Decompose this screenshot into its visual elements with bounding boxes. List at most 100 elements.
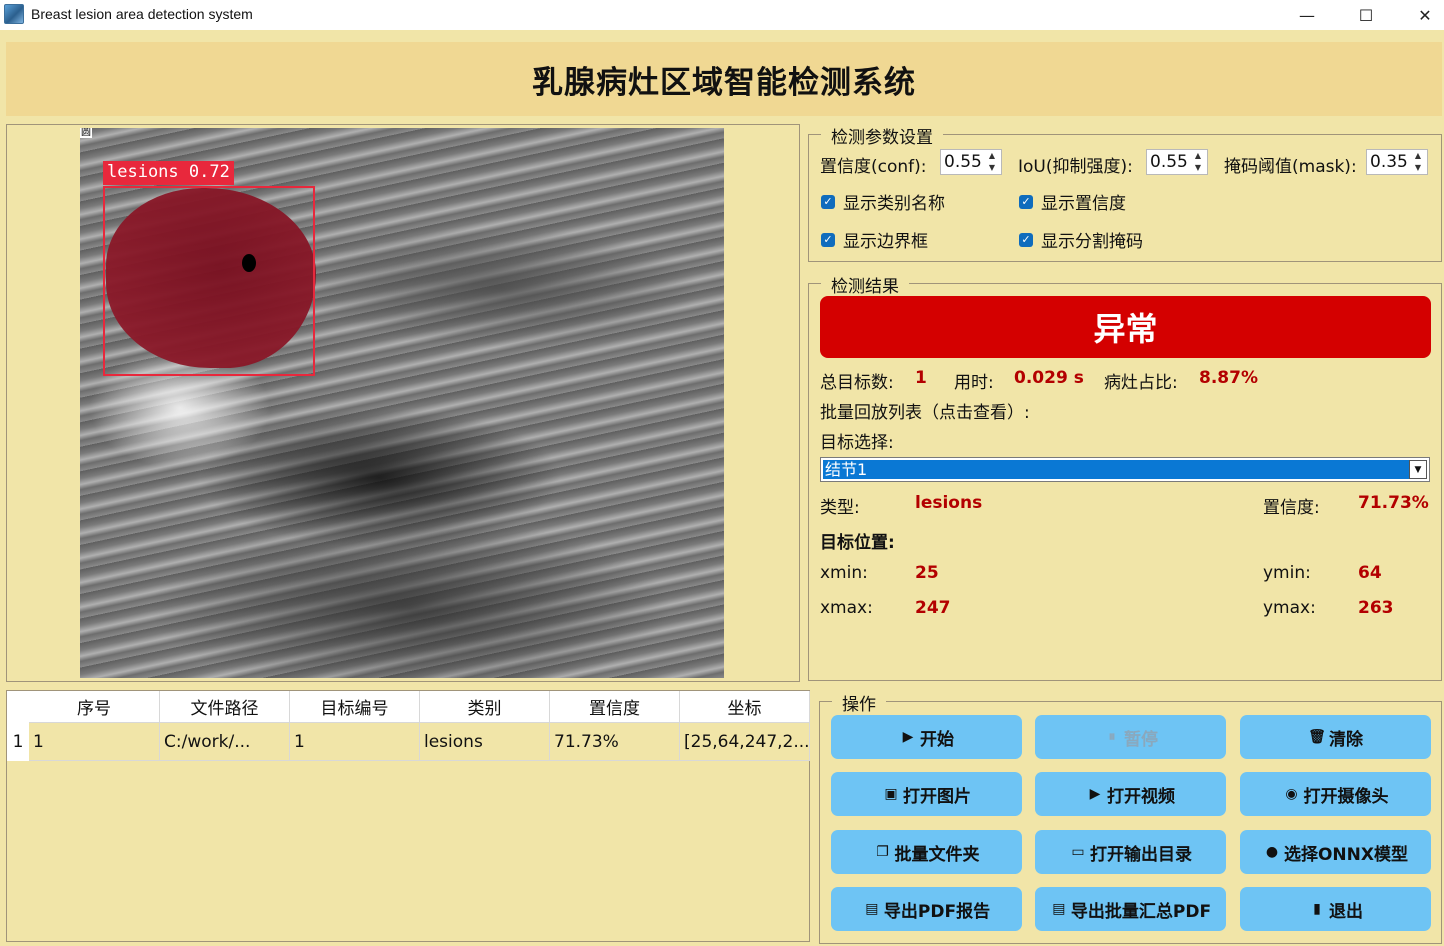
target-select-dropdown[interactable]: 结节1 ▼ [820,457,1430,482]
batch-folder-button[interactable]: ❐ 批量文件夹 [831,830,1022,874]
export-batch-pdf-button[interactable]: ▤ 导出批量汇总PDF [1035,887,1226,931]
table-cell[interactable]: 71.73% [550,723,680,761]
total-value: 1 [915,368,927,388]
table-cell[interactable]: 1 [290,723,420,761]
xmin-value: 25 [915,563,939,583]
exit-button[interactable]: ▮ 退出 [1240,887,1431,931]
maximize-icon[interactable]: ☐ [1337,0,1395,30]
column-header[interactable]: 置信度 [550,691,680,723]
row-header[interactable]: 1 [7,723,29,761]
close-icon[interactable]: ✕ [1396,0,1444,30]
pdf-icon: ▤ [865,901,879,917]
checkbox-checked-icon[interactable]: ✓ [821,232,835,247]
checkbox-show-class[interactable]: ✓ 显示类别名称 [821,189,945,214]
app-icon [4,4,24,24]
button-label: 开始 [920,729,954,750]
xmin-label: xmin: [820,563,868,583]
checkbox-label: 显示分割掩码 [1041,232,1143,252]
ratio-label: 病灶占比: [1104,373,1178,393]
table-cell[interactable]: C:/work/... [160,723,290,761]
open-output-dir-button[interactable]: ▭ 打开输出目录 [1035,830,1226,874]
checkbox-checked-icon[interactable]: ✓ [1019,232,1033,247]
confidence-label: 置信度: [1263,498,1320,518]
status-badge: 异常 [820,296,1431,358]
target-selected-value[interactable]: 结节1 [823,460,1409,479]
iou-spinbox[interactable]: 0.55 ▲ ▼ [1146,149,1208,175]
column-header[interactable]: 目标编号 [290,691,420,723]
checkbox-label: 显示类别名称 [843,194,945,214]
button-label: 打开视频 [1107,786,1175,807]
checkbox-checked-icon[interactable]: ✓ [821,194,835,209]
chevron-down-icon[interactable]: ▼ [1409,460,1427,479]
column-header[interactable]: 类别 [420,691,550,723]
iou-value: 0.55 [1150,152,1188,172]
checkbox-show-bbox[interactable]: ✓ 显示边界框 [821,227,928,252]
spin-arrows-icon[interactable]: ▲ ▼ [1191,151,1205,173]
target-select-label: 目标选择: [820,433,894,453]
confidence-value: 71.73% [1358,493,1429,513]
pdf-batch-icon: ▤ [1052,901,1066,917]
checkbox-label: 显示边界框 [843,232,928,252]
iou-label: IoU(抑制强度): [1018,157,1133,177]
time-value: 0.029 s [1014,368,1084,388]
mask-label: 掩码阈值(mask): [1224,157,1357,177]
spin-arrows-icon[interactable]: ▲ ▼ [985,151,999,173]
ymin-value: 64 [1358,563,1382,583]
checkbox-show-confidence[interactable]: ✓ 显示置信度 [1019,189,1126,214]
corner-mark: 圆 [80,128,92,138]
pause-icon: ⏸ [1108,729,1116,745]
checkbox-show-mask[interactable]: ✓ 显示分割掩码 [1019,227,1143,252]
play-icon: ▶ [902,729,914,745]
trash-icon: 🗑 [1308,729,1326,745]
open-image-button[interactable]: ▣ 打开图片 [831,772,1022,816]
conf-spinbox[interactable]: 0.55 ▲ ▼ [940,149,1002,175]
open-webcam-button[interactable]: ◉ 打开摄像头 [1240,772,1431,816]
start-button[interactable]: ▶ 开始 [831,715,1022,759]
button-label: 导出PDF报告 [883,901,991,922]
results-table[interactable]: 序号 文件路径 目标编号 类别 置信度 坐标 1 1 C:/work/... 1… [6,690,810,942]
checkbox-label: 显示置信度 [1041,194,1126,214]
time-label: 用时: [954,373,994,393]
button-label: 批量文件夹 [894,844,980,865]
export-pdf-report-button[interactable]: ▤ 导出PDF报告 [831,887,1022,931]
table-cell[interactable]: lesions [420,723,550,761]
batch-list-label: 批量回放列表（点击查看）: [820,403,1030,423]
ultrasound-image: 圆 lesions 0.72 [80,128,724,678]
mask-value: 0.35 [1370,152,1408,172]
checkbox-checked-icon[interactable]: ✓ [1019,194,1033,209]
result-group-title: 检测结果 [821,272,909,297]
pause-button[interactable]: ⏸ 暂停 [1035,715,1226,759]
header-banner: 乳腺病灶区域智能检测系统 [6,42,1442,116]
table-cell[interactable]: 1 [29,723,160,761]
button-label: 打开摄像头 [1303,786,1389,807]
button-label: 打开输出目录 [1090,844,1192,865]
detection-bounding-box [103,186,315,376]
image-display-panel: 圆 lesions 0.72 [6,124,800,682]
open-video-button[interactable]: ▶ 打开视频 [1035,772,1226,816]
table-cell[interactable]: [25,64,247,2... [680,723,810,761]
button-label: 打开图片 [903,786,971,807]
column-header[interactable]: 序号 [29,691,160,723]
select-onnx-model-button[interactable]: ● 选择ONNX模型 [1240,830,1431,874]
xmax-value: 247 [915,598,951,618]
table-corner[interactable] [7,691,29,723]
image-icon: ▣ [884,786,898,802]
type-value: lesions [915,493,983,513]
button-label: 退出 [1329,901,1363,922]
minimize-icon[interactable]: — [1278,0,1336,30]
xmax-label: xmax: [820,598,873,618]
conf-label: 置信度(conf): [820,157,927,177]
model-icon: ● [1265,844,1279,860]
column-header[interactable]: 文件路径 [160,691,290,723]
window-title: Breast lesion area detection system [31,6,253,22]
spin-arrows-icon[interactable]: ▲ ▼ [1411,151,1425,173]
column-header[interactable]: 坐标 [680,691,810,723]
ymin-label: ymin: [1263,563,1311,583]
mask-spinbox[interactable]: 0.35 ▲ ▼ [1366,149,1428,175]
exit-icon: ▮ [1313,901,1321,917]
total-label: 总目标数: [820,373,894,393]
title-bar: Breast lesion area detection system — ☐ … [0,0,1444,30]
button-label: 导出批量汇总PDF [1070,901,1212,922]
clear-button[interactable]: 🗑 清除 [1240,715,1431,759]
detection-label: lesions 0.72 [103,161,234,185]
